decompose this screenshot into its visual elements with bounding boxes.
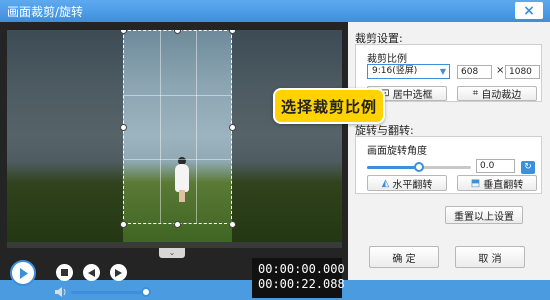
previous-frame-button[interactable]: [83, 264, 100, 281]
flip-vertical-label: 垂直翻转: [483, 179, 524, 191]
rotation-angle-label: 画面旋转角度: [367, 146, 427, 157]
flip-horizontal-label: 水平翻转: [392, 179, 433, 191]
crop-handle-bottom[interactable]: [174, 221, 181, 228]
time-display: 00:00:00.000 00:00:22.088: [252, 258, 345, 298]
stop-icon: [61, 269, 68, 276]
close-icon: ×: [523, 2, 535, 19]
play-button[interactable]: [10, 260, 36, 286]
close-button[interactable]: ×: [515, 2, 543, 19]
stop-button[interactable]: [56, 264, 73, 281]
crop-grid-line: [196, 31, 197, 223]
volume-slider[interactable]: [71, 291, 147, 294]
rotation-slider-knob[interactable]: [414, 162, 424, 172]
cancel-button[interactable]: 取 消: [455, 246, 525, 268]
crop-mask-left: [7, 30, 123, 242]
total-time: 00:00:22.088: [258, 277, 345, 291]
flip-vertical-button[interactable]: ⬒ 垂直翻转: [457, 175, 537, 191]
title-bar: 画面裁剪/旋转 ×: [0, 0, 550, 22]
rotation-slider-fill: [367, 166, 419, 169]
rotate-icon[interactable]: ↻: [521, 161, 535, 174]
preview-area: ⌄ 00:00:00.000 00:00:22.088: [0, 22, 348, 298]
chevron-down-icon: ⌄: [168, 248, 176, 257]
settings-panel: 裁剪设置: 裁剪比例 9:16(竖屏) ▼ 608 × 1080 ⊡ 居中选框 …: [348, 22, 550, 280]
crop-width-input[interactable]: 608: [457, 65, 492, 79]
dropdown-arrow-icon: ▼: [439, 67, 446, 76]
crop-ratio-label: 裁剪比例: [367, 54, 407, 65]
flip-vertical-icon: ⬒: [470, 177, 481, 189]
crop-rotate-window: 画面裁剪/旋转 × ⌄ 00:00:00.000 00:00:22.088 裁剪…: [0, 0, 550, 298]
next-frame-button[interactable]: [110, 264, 127, 281]
window-title: 画面裁剪/旋转: [7, 5, 84, 19]
crop-height-input[interactable]: 1080: [505, 65, 540, 79]
crop-handle-right[interactable]: [229, 124, 236, 131]
auto-crop-icon: ⌗: [472, 88, 479, 99]
auto-crop-label: 自动裁边: [481, 90, 522, 101]
reset-settings-button[interactable]: 重置以上设置: [445, 206, 523, 224]
crop-handle-bottom-left[interactable]: [120, 221, 127, 228]
flip-horizontal-icon: ◭: [381, 177, 390, 189]
rotation-slider[interactable]: [367, 162, 471, 172]
current-time: 00:00:00.000: [258, 262, 345, 276]
crop-selection-box[interactable]: [123, 30, 232, 224]
crop-ratio-value: 9:16(竖屏): [372, 66, 418, 76]
next-icon: [115, 268, 122, 277]
tutorial-callout: 选择裁剪比例: [273, 88, 385, 124]
volume-icon[interactable]: [55, 287, 67, 297]
crop-grid-line: [124, 159, 231, 160]
expand-panel-button[interactable]: ⌄: [159, 248, 185, 258]
crop-mask-right: [232, 30, 342, 242]
rotation-angle-input[interactable]: 0.0: [476, 159, 515, 173]
crop-ratio-select[interactable]: 9:16(竖屏) ▼: [367, 64, 450, 79]
ok-button[interactable]: 确 定: [369, 246, 439, 268]
play-icon: [20, 267, 28, 279]
dimension-separator: ×: [496, 65, 505, 76]
crop-grid-line: [160, 31, 161, 223]
crop-handle-bottom-right[interactable]: [229, 221, 236, 228]
flip-horizontal-button[interactable]: ◭ 水平翻转: [367, 175, 447, 191]
center-frame-label: 居中选框: [392, 90, 433, 101]
previous-icon: [88, 268, 95, 277]
auto-crop-button[interactable]: ⌗ 自动裁边: [457, 86, 537, 101]
video-preview: [7, 30, 342, 242]
rotate-settings-box: 画面旋转角度 0.0 ↻ ◭ 水平翻转 ⬒ 垂直翻转: [355, 136, 542, 194]
volume-knob[interactable]: [141, 287, 151, 297]
player-controls: 00:00:00.000 00:00:22.088: [7, 258, 345, 300]
crop-handle-left[interactable]: [120, 124, 127, 131]
crop-grid-line: [124, 95, 231, 96]
